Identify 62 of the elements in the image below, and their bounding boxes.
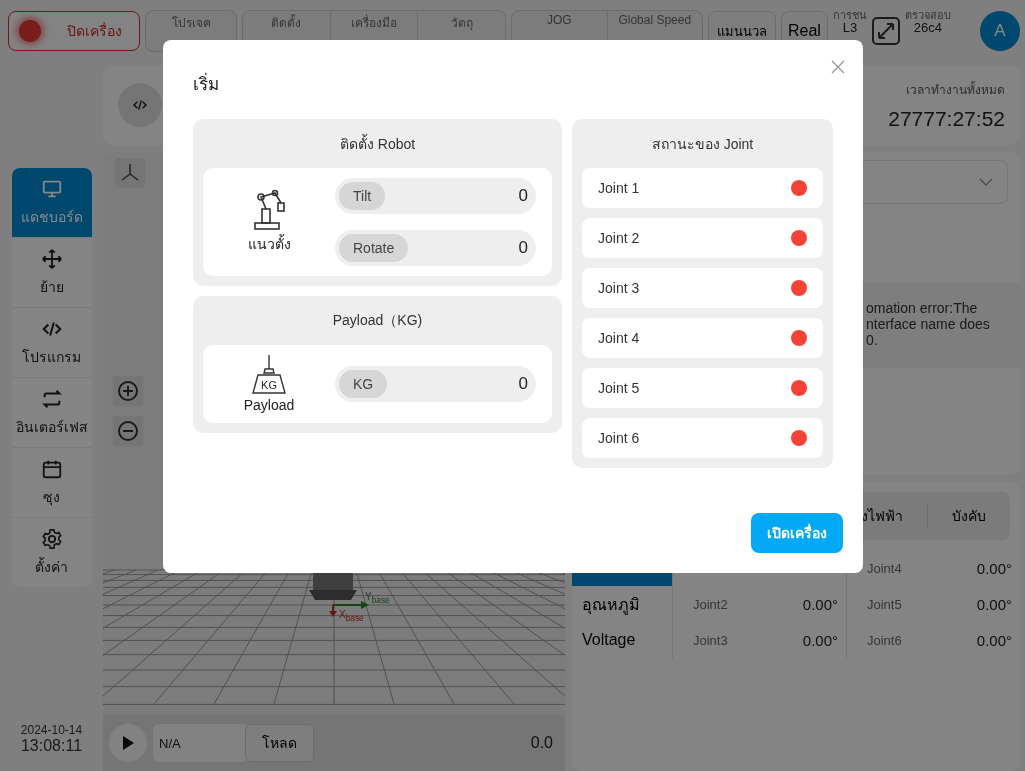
joint-value: 0.00° — [976, 595, 1012, 613]
section-title: สถานะของ Joint — [650, 134, 755, 154]
joint-label: Joint2 — [693, 596, 728, 612]
status-label: เครื่องมือ — [351, 13, 397, 32]
joint-value: 0.00° — [802, 631, 838, 649]
y-axis-label: Y$_{base}$ — [365, 591, 390, 605]
field-label: Rotate — [339, 234, 409, 262]
field-value: 0 — [518, 186, 528, 206]
section-title: Payload（KG) — [331, 310, 424, 330]
value-field[interactable]: Tilt 0 — [335, 178, 536, 214]
sidebar-item[interactable]: โปรแกรม — [11, 307, 92, 377]
time-text: 13:08:11 — [20, 737, 83, 755]
program-field[interactable]: N/A — [153, 724, 249, 762]
check-label: ตรวจสอบ — [904, 9, 951, 22]
speed-value: 0.0 — [530, 734, 554, 752]
field-value: 0 — [518, 238, 528, 258]
mode-tab[interactable]: บังคับ — [927, 505, 1010, 527]
joint-status-row: Joint 6 — [582, 418, 823, 458]
sidebar-item[interactable]: อินเตอร์เฟส — [11, 377, 92, 447]
dialog-title: เริ่ม — [193, 70, 843, 97]
load-button[interactable]: โหลด — [245, 724, 314, 762]
section-title: ติดตั้ง Robot — [338, 133, 417, 154]
sidebar-item[interactable]: ตั้งค่า — [11, 517, 92, 587]
power-on-button[interactable]: เปิดเครื่อง — [751, 513, 843, 553]
status-label: โปรเจค — [171, 15, 211, 32]
field-label: Tilt — [339, 182, 386, 210]
value-field[interactable]: Rotate 0 — [335, 230, 536, 266]
runtime-value: 27777:27:52 — [888, 106, 1005, 131]
collision-value: L3 — [842, 21, 858, 36]
status-label: ติดตั้ง — [271, 13, 302, 32]
joint-status-row: Joint 4 — [582, 318, 823, 358]
date-text: 2024-10-14 — [20, 723, 83, 737]
joint-status-row: Joint 3 — [582, 268, 823, 308]
joint-value: 0.00° — [802, 595, 838, 613]
joint-status-row: Joint 5 — [582, 368, 823, 408]
payload-label: Payload — [243, 397, 295, 413]
status-label: JOG — [546, 13, 572, 27]
user-avatar[interactable]: A — [980, 11, 1020, 51]
readout-tab[interactable]: อุณหภูมิ — [572, 586, 672, 622]
readout-tab[interactable]: Voltage — [572, 622, 672, 658]
status-label: Global Speed — [618, 13, 692, 27]
sidebar-item[interactable]: ซุง — [11, 447, 92, 517]
joint-status-row: Joint 2 — [582, 218, 823, 258]
x-axis-label: X$_{base}$ — [339, 609, 364, 623]
collision-label: การชน — [832, 9, 867, 22]
joint-label: Joint5 — [867, 596, 902, 612]
power-off-button[interactable]: ปิดเครื่อง — [8, 11, 140, 51]
joint-value: 0.00° — [976, 631, 1012, 649]
joint-label: Joint4 — [867, 560, 902, 576]
status-label: วัตถุ — [450, 15, 473, 32]
mount-label: แนวตั้ง — [247, 233, 291, 254]
field-label: KG — [339, 370, 388, 398]
runtime-label: เวลาทำงานทั้งหมด — [906, 80, 1005, 99]
sidebar-item[interactable]: แดชบอร์ด — [11, 168, 92, 237]
joint-status-row: Joint 1 — [582, 168, 823, 208]
joint-label: Joint6 — [867, 632, 902, 648]
value-field[interactable]: KG 0 — [335, 366, 536, 402]
check-value: 26c4 — [913, 21, 942, 36]
field-value: 0 — [518, 374, 528, 394]
joint-value: 0.00° — [976, 559, 1012, 577]
joint-label: Joint3 — [693, 632, 728, 648]
sidebar-item[interactable]: ย้าย — [11, 237, 92, 307]
